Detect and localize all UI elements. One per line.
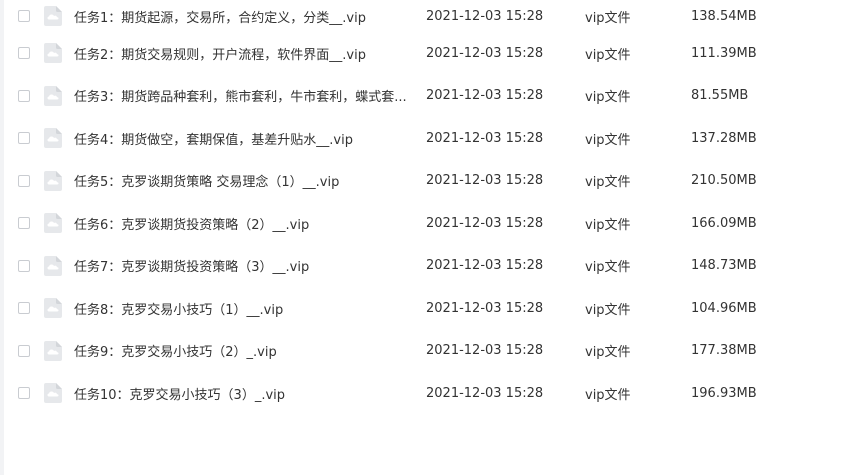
file-list: 任务1：期货起源，交易所，合约定义，分类__.vip 2021-12-03 15… xyxy=(4,0,859,415)
file-row[interactable]: 任务1：期货起源，交易所，合约定义，分类__.vip 2021-12-03 15… xyxy=(4,0,859,32)
file-date: 2021-12-03 15:28 xyxy=(426,173,544,189)
file-date: 2021-12-03 15:28 xyxy=(426,8,544,24)
file-type: vip文件 xyxy=(585,260,631,276)
file-size: 210.50MB xyxy=(691,173,757,189)
file-type: vip文件 xyxy=(585,132,631,148)
file-row[interactable]: 任务5：克罗谈期货策略 交易理念（1）__.vip 2021-12-03 15:… xyxy=(4,160,859,203)
file-name[interactable]: 任务1：期货起源，交易所，合约定义，分类__.vip xyxy=(74,7,409,26)
file-type: vip文件 xyxy=(585,175,631,191)
file-list-page: 任务1：期货起源，交易所，合约定义，分类__.vip 2021-12-03 15… xyxy=(0,0,859,475)
cloud-file-icon xyxy=(44,128,62,149)
file-type: vip文件 xyxy=(585,345,631,361)
file-type: vip文件 xyxy=(585,217,631,233)
file-date: 2021-12-03 15:28 xyxy=(426,88,544,104)
file-row[interactable]: 任务4：期货做空，套期保值，基差升贴水__.vip 2021-12-03 15:… xyxy=(4,117,859,160)
file-name[interactable]: 任务4：期货做空，套期保值，基差升贴水__.vip xyxy=(74,129,409,148)
file-size: 196.93MB xyxy=(691,385,757,401)
file-row[interactable]: 任务2：期货交易规则，开户流程，软件界面__.vip 2021-12-03 15… xyxy=(4,32,859,75)
row-checkbox[interactable] xyxy=(18,132,30,145)
file-name[interactable]: 任务2：期货交易规则，开户流程，软件界面__.vip xyxy=(74,44,409,63)
row-checkbox[interactable] xyxy=(18,89,30,102)
cloud-file-icon xyxy=(44,170,62,191)
file-size: 148.73MB xyxy=(691,258,757,274)
file-row[interactable]: 任务7：克罗谈期货投资策略（3）__.vip 2021-12-03 15:28 … xyxy=(4,245,859,288)
file-size: 81.55MB xyxy=(691,88,749,104)
file-type: vip文件 xyxy=(585,90,631,106)
row-checkbox[interactable] xyxy=(18,387,30,400)
file-name[interactable]: 任务5：克罗谈期货策略 交易理念（1）__.vip xyxy=(74,171,409,190)
file-size: 166.09MB xyxy=(691,215,757,231)
file-name[interactable]: 任务7：克罗谈期货投资策略（3）__.vip xyxy=(74,256,409,275)
file-name[interactable]: 任务9：克罗交易小技巧（2）_.vip xyxy=(74,341,409,360)
file-name[interactable]: 任务3：期货跨品种套利，熊市套利，牛市套利，蝶式套... xyxy=(74,86,409,105)
file-date: 2021-12-03 15:28 xyxy=(426,385,544,401)
file-name[interactable]: 任务10：克罗交易小技巧（3）_.vip xyxy=(74,384,409,403)
row-checkbox[interactable] xyxy=(18,217,30,230)
file-row[interactable]: 任务3：期货跨品种套利，熊市套利，牛市套利，蝶式套... 2021-12-03 … xyxy=(4,75,859,118)
cloud-file-icon xyxy=(44,340,62,361)
file-name[interactable]: 任务8：克罗交易小技巧（1）__.vip xyxy=(74,299,409,318)
file-type: vip文件 xyxy=(585,387,631,403)
cloud-file-icon xyxy=(44,213,62,234)
file-row[interactable]: 任务8：克罗交易小技巧（1）__.vip 2021-12-03 15:28 vi… xyxy=(4,287,859,330)
file-type: vip文件 xyxy=(585,10,631,26)
row-checkbox[interactable] xyxy=(18,259,30,272)
cloud-file-icon xyxy=(44,298,62,319)
file-row[interactable]: 任务10：克罗交易小技巧（3）_.vip 2021-12-03 15:28 vi… xyxy=(4,372,859,415)
file-size: 177.38MB xyxy=(691,343,757,359)
row-checkbox[interactable] xyxy=(18,47,30,60)
file-type: vip文件 xyxy=(585,302,631,318)
file-date: 2021-12-03 15:28 xyxy=(426,45,544,61)
file-row[interactable]: 任务6：克罗谈期货投资策略（2）__.vip 2021-12-03 15:28 … xyxy=(4,202,859,245)
row-checkbox[interactable] xyxy=(18,302,30,315)
file-size: 111.39MB xyxy=(691,45,757,61)
row-checkbox[interactable] xyxy=(18,344,30,357)
row-checkbox[interactable] xyxy=(18,10,30,22)
file-name[interactable]: 任务6：克罗谈期货投资策略（2）__.vip xyxy=(74,214,409,233)
file-date: 2021-12-03 15:28 xyxy=(426,300,544,316)
cloud-file-icon xyxy=(44,85,62,106)
file-date: 2021-12-03 15:28 xyxy=(426,343,544,359)
file-size: 104.96MB xyxy=(691,300,757,316)
file-size: 138.54MB xyxy=(691,8,757,24)
file-date: 2021-12-03 15:28 xyxy=(426,130,544,146)
row-checkbox[interactable] xyxy=(18,174,30,187)
file-row[interactable]: 任务9：克罗交易小技巧（2）_.vip 2021-12-03 15:28 vip… xyxy=(4,330,859,373)
cloud-file-icon xyxy=(44,255,62,276)
file-size: 137.28MB xyxy=(691,130,757,146)
cloud-file-icon xyxy=(44,43,62,64)
file-date: 2021-12-03 15:28 xyxy=(426,258,544,274)
file-date: 2021-12-03 15:28 xyxy=(426,215,544,231)
cloud-file-icon xyxy=(44,6,62,26)
file-type: vip文件 xyxy=(585,47,631,63)
cloud-file-icon xyxy=(44,383,62,404)
